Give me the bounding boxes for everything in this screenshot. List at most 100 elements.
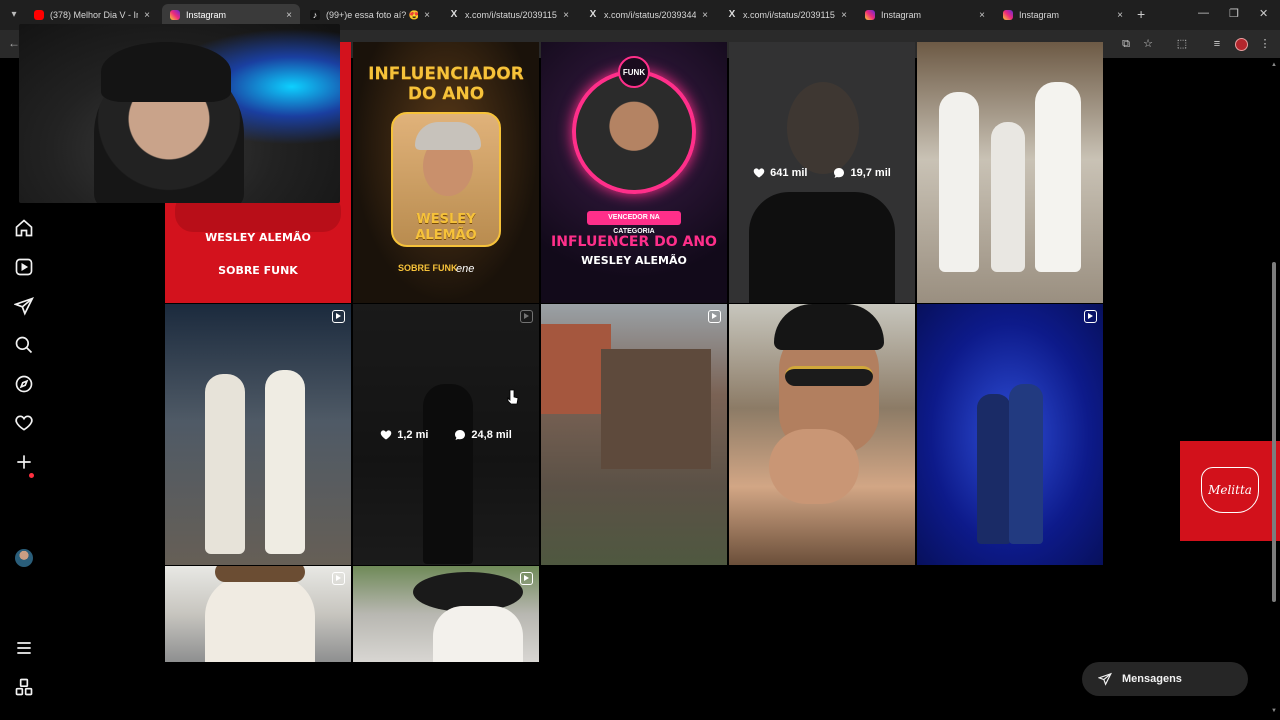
ad-brand: Melitta bbox=[1208, 483, 1252, 497]
tab-x-status-2[interactable]: X x.com/i/status/20393449 × bbox=[580, 4, 716, 26]
post-tile-reel-party[interactable] bbox=[165, 304, 351, 565]
instagram-icon bbox=[865, 10, 875, 20]
hover-stats-overlay: 1,2 mi 24,8 mil bbox=[353, 304, 539, 565]
direct-send-icon[interactable] bbox=[13, 296, 34, 316]
tab-search-chevron-icon[interactable]: ▾ bbox=[6, 7, 22, 23]
hover-stats-overlay: 641 mil 19,7 mil bbox=[729, 42, 915, 303]
extensions-icon[interactable]: ⬚ bbox=[1175, 37, 1189, 51]
reels-icon[interactable] bbox=[14, 257, 34, 277]
person-shape bbox=[1035, 82, 1081, 272]
likes-stat: 641 mil bbox=[753, 167, 807, 179]
reel-icon bbox=[1084, 310, 1097, 323]
heart-icon bbox=[380, 429, 392, 439]
browser-profile-avatar[interactable] bbox=[1235, 38, 1248, 51]
explore-compass-icon[interactable] bbox=[14, 374, 34, 394]
post-tile-reel-cowboy[interactable] bbox=[165, 566, 351, 662]
streamer-webcam-overlay bbox=[19, 24, 340, 203]
reel-icon bbox=[332, 310, 345, 323]
person-shape bbox=[977, 394, 1011, 544]
bookmark-star-icon[interactable]: ☆ bbox=[1141, 37, 1155, 51]
post-tile-portrait-hovered[interactable]: 641 mil 19,7 mil bbox=[729, 42, 915, 303]
instagram-icon bbox=[1003, 10, 1013, 20]
scroll-down-arrow-icon[interactable]: ▼ bbox=[1271, 708, 1277, 714]
tab-instagram-2[interactable]: Instagram × bbox=[857, 4, 993, 26]
instagram-icon bbox=[170, 10, 180, 20]
melitta-logo: Melitta bbox=[1201, 467, 1259, 513]
reel-icon bbox=[520, 572, 533, 585]
close-tab-icon[interactable]: × bbox=[979, 10, 985, 21]
person-shape bbox=[433, 606, 523, 662]
person-shape bbox=[1009, 384, 1043, 544]
post-tile-reel-stage[interactable] bbox=[917, 304, 1103, 565]
tab-tiktok[interactable]: ♪ (99+)e essa foto aí? 😍😍 × bbox=[302, 4, 438, 26]
melitta-ad-overlay[interactable]: Melitta bbox=[1180, 441, 1280, 541]
tab-title: x.com/i/status/20393449 bbox=[604, 10, 697, 20]
post-tile-reel-house[interactable] bbox=[541, 304, 727, 565]
more-menu-icon[interactable] bbox=[14, 638, 34, 658]
comments-stat: 19,7 mil bbox=[833, 167, 891, 179]
home-icon[interactable] bbox=[14, 218, 34, 238]
close-tab-icon[interactable]: × bbox=[1117, 10, 1123, 21]
post-tile-reel-cowboy-hat[interactable] bbox=[353, 566, 539, 662]
post-tile-selfie-beach[interactable] bbox=[729, 304, 915, 565]
restore-icon[interactable]: ❐ bbox=[1229, 7, 1239, 20]
scroll-thumb[interactable] bbox=[1272, 262, 1276, 602]
tab-title: Instagram bbox=[1019, 10, 1060, 20]
close-tab-icon[interactable]: × bbox=[563, 10, 569, 21]
browser-menu-icon[interactable]: ⋮ bbox=[1258, 37, 1272, 51]
category-label: VENCEDOR NA CATEGORIA bbox=[587, 211, 681, 235]
tab-x-status-1[interactable]: X x.com/i/status/20391155 × bbox=[441, 4, 577, 26]
mouse-cursor-icon bbox=[507, 389, 519, 405]
post-tile-reel-hovered[interactable]: 1,2 mi 24,8 mil bbox=[353, 304, 539, 565]
close-tab-icon[interactable]: × bbox=[286, 10, 292, 21]
page-scrollbar[interactable]: ▲ ▼ bbox=[1271, 62, 1277, 716]
comments-count: 24,8 mil bbox=[471, 428, 512, 441]
poster-name: WESLEY ALEMÃO bbox=[581, 254, 687, 267]
tab-youtube[interactable]: (378) Melhor Dia V - Ines × bbox=[26, 4, 158, 26]
install-app-icon[interactable]: ⧉ bbox=[1119, 37, 1133, 51]
new-tab-button[interactable]: + bbox=[1137, 6, 1145, 22]
person-shape bbox=[205, 374, 245, 554]
portrait-ring bbox=[572, 70, 696, 194]
create-plus-icon[interactable] bbox=[14, 452, 34, 472]
direct-send-icon bbox=[1098, 672, 1112, 686]
x-icon: X bbox=[589, 9, 597, 20]
notifications-heart-icon[interactable] bbox=[14, 413, 34, 433]
messages-button[interactable]: Mensagens bbox=[1082, 662, 1248, 696]
also-from-meta-icon[interactable] bbox=[14, 677, 34, 697]
minimize-icon[interactable]: — bbox=[1198, 7, 1209, 19]
close-tab-icon[interactable]: × bbox=[424, 10, 430, 21]
post-tile-influencer-do-ano[interactable]: FUNK VENCEDOR NA CATEGORIA INFLUENCER DO… bbox=[541, 42, 727, 303]
person-shape bbox=[205, 576, 315, 662]
poster-title: INFLUENCER DO ANO bbox=[551, 234, 717, 250]
youtube-icon bbox=[34, 10, 44, 20]
window-close-icon[interactable]: ✕ bbox=[1259, 7, 1268, 20]
tab-instagram-3[interactable]: Instagram × bbox=[995, 4, 1131, 26]
search-icon[interactable] bbox=[14, 335, 34, 355]
poster-title-line1: INFLUENCIADOR bbox=[368, 64, 524, 84]
post-tile-family-photo[interactable] bbox=[917, 42, 1103, 303]
tab-instagram-active[interactable]: Instagram × bbox=[162, 4, 300, 26]
close-tab-icon[interactable]: × bbox=[144, 10, 150, 21]
messages-label: Mensagens bbox=[1122, 673, 1182, 685]
person-shape bbox=[939, 92, 979, 272]
tab-x-status-3[interactable]: X x.com/i/status/20391155 × bbox=[719, 4, 855, 26]
notification-dot bbox=[29, 473, 34, 478]
close-tab-icon[interactable]: × bbox=[702, 10, 708, 21]
profile-avatar[interactable] bbox=[15, 549, 33, 567]
scroll-up-arrow-icon[interactable]: ▲ bbox=[1271, 62, 1277, 68]
tab-title: x.com/i/status/20391155 bbox=[465, 10, 558, 20]
hat-shape bbox=[215, 566, 305, 582]
comment-bubble-icon bbox=[455, 429, 466, 440]
comment-bubble-icon bbox=[834, 167, 845, 178]
person-shape bbox=[265, 370, 305, 554]
close-tab-icon[interactable]: × bbox=[841, 10, 847, 21]
likes-stat: 1,2 mi bbox=[380, 429, 428, 441]
media-controls-icon[interactable]: ≡ bbox=[1210, 37, 1224, 51]
x-icon: X bbox=[450, 9, 458, 20]
post-tile-influenciador[interactable]: INFLUENCIADOR DO ANO WESLEY ALEMÃO SOBRE… bbox=[353, 42, 539, 303]
person-shape bbox=[991, 122, 1025, 272]
hand-shape bbox=[769, 429, 859, 504]
tab-title: Instagram bbox=[186, 10, 227, 20]
poster-brand: SOBRE FUNK bbox=[218, 264, 298, 277]
